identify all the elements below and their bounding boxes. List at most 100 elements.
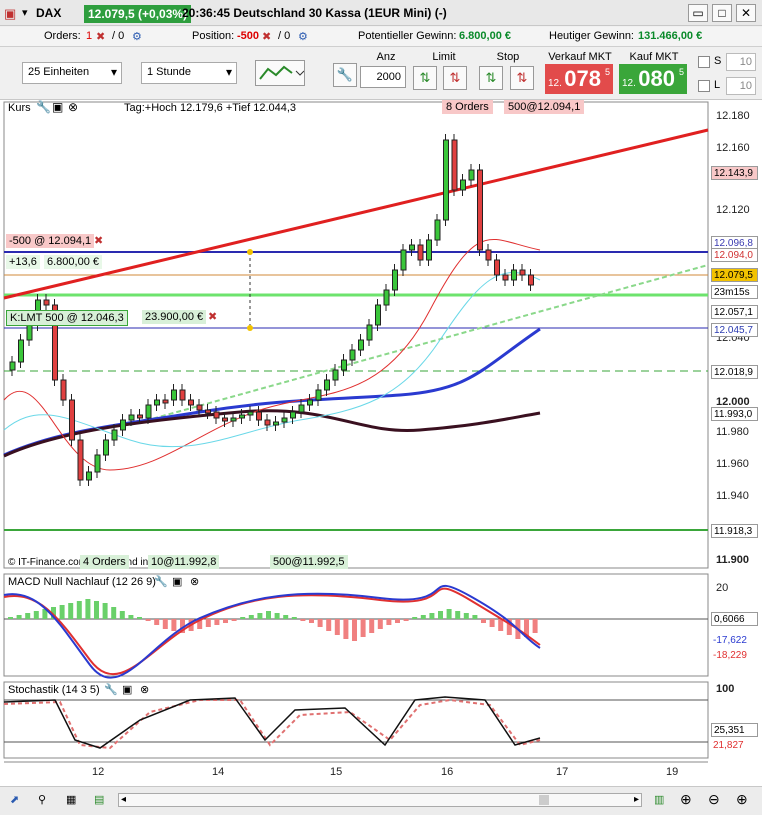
macd-bar [171, 619, 177, 631]
window-icon[interactable]: ▣ [122, 683, 132, 696]
instrument-description: 20:36:45 Deutschland 30 Kassa (1EUR Mini… [182, 6, 447, 20]
close-icon[interactable]: ⊗ [190, 575, 199, 588]
buy-market-button[interactable]: 12. 080 5 [619, 64, 687, 94]
order-summary-bar: Orders: 1 ✖ / 0 ⚙ Position: -500 ✖ / 0 ⚙… [0, 27, 762, 47]
stop-sell-button[interactable]: ⇅ [510, 66, 534, 90]
close-button[interactable]: ✕ [736, 4, 756, 22]
macd-bar [214, 619, 220, 625]
quantity-input[interactable]: 2000 [360, 66, 406, 88]
settings-icon[interactable]: ⚙ [132, 30, 142, 43]
zoom-out-icon[interactable]: ⊖ [708, 791, 720, 808]
wrench-icon[interactable]: 🔧 [333, 63, 357, 87]
candle [137, 414, 143, 419]
s-input[interactable]: 10 [726, 53, 756, 71]
l-checkbox[interactable] [698, 80, 710, 92]
scroll-left-icon[interactable]: ◂ [121, 794, 126, 805]
restore-button[interactable]: ▭ [688, 4, 708, 22]
stop-buy-button[interactable]: ⇅ [479, 66, 503, 90]
close-position-icon[interactable]: ✖ [262, 30, 271, 43]
candle [290, 411, 296, 419]
short-position-tag[interactable]: -500 @ 12.094,1 [6, 234, 95, 248]
chart-type-button[interactable] [255, 60, 305, 86]
l-input[interactable]: 10 [726, 77, 756, 95]
candle [494, 259, 500, 276]
candle [230, 417, 237, 422]
drawing-tools-icon[interactable]: ⚲ [38, 793, 46, 806]
candle [9, 361, 16, 371]
link-icon[interactable]: ▣ [4, 6, 16, 22]
macd-bar [395, 619, 400, 623]
chart-area[interactable]: Kurs 🔧 ▣ ⊗ Tag:+Hoch 12.179,6 +Tief 12.0… [0, 100, 762, 790]
orders-label: Orders: [44, 30, 81, 42]
chart-bars-icon[interactable]: ▥ [654, 793, 664, 806]
macd-bar [309, 619, 314, 623]
s-checkbox[interactable] [698, 56, 710, 68]
delete-orders-icon[interactable]: ✖ [96, 30, 105, 43]
position-value[interactable]: -500 [237, 30, 259, 42]
anz-label: Anz [376, 51, 396, 63]
macd-bar [154, 619, 160, 625]
y-tick: 12.180 [716, 110, 750, 122]
macd-bar [377, 619, 383, 629]
close-icon[interactable]: ⊗ [140, 683, 149, 696]
macd-bar [94, 601, 99, 619]
top-order-tag[interactable]: 500@12.094,1 [504, 100, 585, 114]
macd-bar [489, 619, 495, 627]
grid-icon[interactable]: ▦ [66, 793, 76, 806]
macd-value: -18,229 [711, 649, 758, 663]
macd-bar [386, 619, 392, 625]
scroll-right-icon[interactable]: ▸ [634, 794, 639, 805]
zoom-fit-icon[interactable]: ⊕ [680, 791, 692, 808]
macd-bar [68, 603, 74, 619]
maximize-button[interactable]: □ [712, 4, 732, 22]
stoch-value: 25,351 [711, 723, 758, 737]
lmt-value-tag: 23.900,00 € [142, 310, 207, 324]
day-range-info: Tag:+Hoch 12.179,6 +Tief 12.044,3 [124, 102, 297, 114]
orders-count[interactable]: 1 [86, 30, 92, 42]
close-icon[interactable]: ⊗ [68, 100, 78, 114]
bottom-order-tag[interactable]: 500@11.992,5 [270, 555, 348, 569]
units-select[interactable]: 25 Einheiten [22, 62, 122, 84]
macd-bar [412, 617, 418, 619]
position-second: / 0 [278, 30, 291, 42]
window-icon[interactable]: ▣ [52, 100, 63, 114]
macd-bar [274, 613, 280, 619]
candle [162, 399, 169, 404]
macd-bar [472, 615, 478, 619]
x-tick: 12 [92, 766, 105, 778]
candle [307, 399, 313, 406]
y-tick: 11.980 [716, 426, 749, 438]
lmt-order-tag[interactable]: K:LMT 500 @ 12.046,3 [6, 310, 128, 326]
bottom-orders-tag[interactable]: 4 Orders [80, 555, 129, 569]
close-position-icon[interactable]: ✖ [94, 234, 103, 247]
indicator-icon[interactable]: ▤ [94, 793, 104, 806]
order-marker [247, 249, 253, 255]
orders-tag[interactable]: 8 Orders [442, 100, 493, 114]
zoom-in-icon[interactable]: ⊕ [736, 791, 748, 808]
wrench-icon[interactable]: 🔧 [154, 575, 168, 588]
limit-buy-button[interactable]: ⇅ [413, 66, 437, 90]
wrench-icon[interactable]: 🔧 [36, 100, 51, 114]
candle [145, 404, 152, 419]
candle [468, 169, 475, 181]
cursor-icon[interactable]: ⬈ [10, 793, 19, 806]
pl-points-tag: +13,6 [6, 255, 40, 269]
macd-bar [102, 603, 108, 619]
candle [281, 417, 288, 423]
bottom-order-tag[interactable]: 10@11.992,8 [148, 555, 220, 569]
scroll-thumb[interactable] [539, 795, 549, 805]
price-tag: 12.094,0 [711, 248, 758, 262]
x-tick: 17 [556, 766, 569, 778]
cancel-order-icon[interactable]: ✖ [208, 310, 217, 323]
horizontal-scrollbar[interactable]: ◂ ▸ [118, 793, 642, 807]
window-icon[interactable]: ▣ [172, 575, 182, 588]
dropdown-icon[interactable]: ▾ [22, 6, 28, 19]
limit-sell-button[interactable]: ⇅ [443, 66, 467, 90]
macd-bar [145, 619, 151, 621]
interval-select[interactable]: 1 Stunde [141, 62, 237, 84]
candle [264, 419, 271, 426]
sell-market-button[interactable]: 12. 078 5 [545, 64, 613, 94]
wrench-icon[interactable]: 🔧 [104, 683, 118, 696]
settings-icon[interactable]: ⚙ [298, 30, 308, 43]
today-gain-label: Heutiger Gewinn: [549, 30, 634, 42]
